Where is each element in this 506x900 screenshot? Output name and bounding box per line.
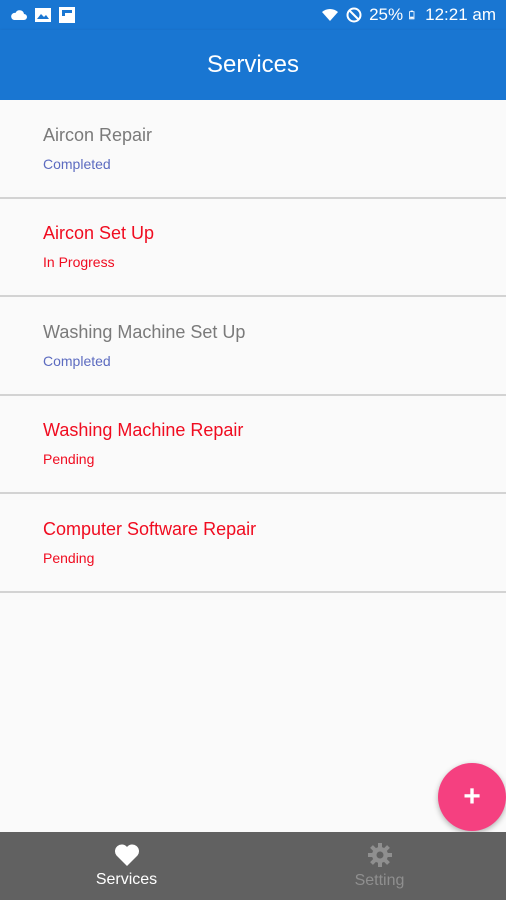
service-status: In Progress bbox=[43, 254, 115, 271]
status-right: 25% 12:21 am bbox=[321, 5, 496, 25]
nav-item-setting[interactable]: Setting bbox=[253, 832, 506, 900]
nav-item-services[interactable]: Services bbox=[0, 832, 253, 900]
list-item[interactable]: Computer Software Repair Pending bbox=[0, 494, 506, 593]
service-status: Completed bbox=[43, 352, 111, 369]
battery-icon bbox=[409, 10, 415, 20]
heart-icon bbox=[114, 844, 139, 866]
cloud-icon bbox=[11, 10, 27, 20]
battery-percent: 25% bbox=[369, 5, 404, 24]
gear-icon bbox=[367, 843, 392, 867]
plus-icon: + bbox=[463, 780, 481, 813]
service-title: Computer Software Repair bbox=[43, 518, 257, 539]
service-status: Completed bbox=[43, 155, 111, 172]
services-list: Aircon Repair Completed Aircon Set Up In… bbox=[0, 100, 506, 593]
service-title: Aircon Set Up bbox=[43, 223, 155, 244]
add-service-button[interactable]: + bbox=[438, 763, 506, 831]
flipboard-icon bbox=[59, 7, 75, 23]
service-status: Pending bbox=[43, 549, 95, 566]
status-bar: 25% 12:21 am bbox=[0, 0, 506, 30]
service-status: Pending bbox=[43, 451, 95, 468]
list-item[interactable]: Aircon Repair Completed bbox=[0, 100, 506, 199]
bottom-nav: Services Setting bbox=[0, 832, 506, 900]
image-icon bbox=[35, 8, 51, 22]
wifi-icon bbox=[322, 8, 339, 21]
clock: 12:21 am bbox=[425, 5, 496, 24]
nav-label-setting: Setting bbox=[354, 872, 405, 889]
list-item[interactable]: Washing Machine Repair Pending bbox=[0, 395, 506, 494]
app-bar: Services bbox=[0, 30, 506, 100]
service-title: Washing Machine Set Up bbox=[43, 321, 246, 342]
list-item[interactable]: Aircon Set Up In Progress bbox=[0, 198, 506, 297]
page-title: Services bbox=[206, 51, 300, 78]
list-item[interactable]: Washing Machine Set Up Completed bbox=[0, 297, 506, 396]
do-not-disturb-icon bbox=[346, 7, 362, 23]
nav-label-services: Services bbox=[95, 871, 158, 888]
service-title: Washing Machine Repair bbox=[43, 420, 244, 441]
status-left-icons bbox=[10, 7, 76, 23]
service-title: Aircon Repair bbox=[43, 124, 153, 145]
